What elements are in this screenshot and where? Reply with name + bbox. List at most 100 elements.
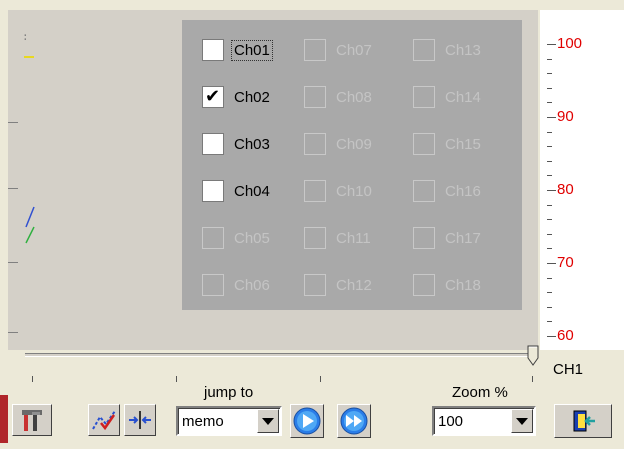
channel-checkbox-item: Ch16 — [413, 178, 483, 204]
zoom-percent-label: Zoom % — [452, 384, 508, 401]
scale-minor-tick — [547, 175, 552, 177]
play-icon — [293, 407, 321, 435]
trace-check-button[interactable] — [88, 404, 120, 436]
channel-checkbox-item[interactable]: Ch04 — [202, 178, 272, 204]
channel-label: Ch14 — [445, 88, 481, 106]
scale-minor-tick — [547, 131, 552, 133]
channel-label[interactable]: Ch01 — [231, 39, 273, 61]
scale-major-tick — [547, 117, 556, 118]
channel-checkbox-item: Ch05 — [202, 225, 272, 251]
grid-tick — [8, 332, 18, 333]
slider-tick — [320, 376, 321, 382]
scale-label: 70 — [557, 254, 574, 271]
exit-button[interactable] — [554, 404, 612, 438]
channel-checkbox — [304, 39, 326, 61]
scale-minor-tick — [547, 73, 552, 75]
app-window: : Ch01 ✔ Ch02 Ch03 Ch04 Ch05 Ch06 Ch07 Ch08 Ch09 C… — [0, 0, 624, 449]
slider-thumb[interactable] — [527, 345, 541, 367]
scale-label: 100 — [557, 35, 583, 52]
channel-checkbox-item[interactable]: ✔ Ch02 — [202, 84, 272, 110]
channel-checkbox — [202, 227, 224, 249]
jump-to-label: jump to — [204, 384, 254, 401]
jump-to-select[interactable]: memo — [176, 406, 282, 436]
scale-major-tick — [547, 190, 556, 191]
scale-minor-tick — [547, 58, 552, 60]
fast-forward-button[interactable] — [337, 404, 371, 438]
channel-label: Ch09 — [336, 135, 372, 153]
channel-label: Ch06 — [234, 276, 270, 294]
channel-label: Ch08 — [336, 88, 372, 106]
channel-checkbox — [413, 274, 435, 296]
channel-checkbox-item: Ch17 — [413, 225, 483, 251]
channel-label: Ch07 — [336, 41, 372, 59]
tools-icon — [18, 406, 46, 434]
channel-checkbox — [202, 274, 224, 296]
scale-minor-tick — [547, 292, 552, 294]
slider-tick — [32, 376, 33, 382]
channel-label[interactable]: Ch03 — [232, 135, 272, 154]
channel-selection-panel: Ch01 ✔ Ch02 Ch03 Ch04 Ch05 Ch06 Ch07 Ch08 Ch09 Ch1… — [182, 20, 522, 310]
channel-checkbox-item[interactable]: Ch03 — [202, 131, 272, 157]
channel-checkbox[interactable] — [202, 180, 224, 202]
channel-checkbox-item: Ch15 — [413, 131, 483, 157]
channel-label: Ch12 — [336, 276, 372, 294]
channel-label: Ch11 — [336, 229, 371, 247]
channel-checkbox — [413, 39, 435, 61]
channel-checkbox — [304, 274, 326, 296]
scale-label: 60 — [557, 327, 574, 344]
channel-checkbox-item: Ch13 — [413, 37, 483, 63]
trace-lines — [25, 206, 35, 244]
channel-checkbox-item: Ch09 — [304, 131, 374, 157]
channel-checkbox-item: Ch11 — [304, 225, 373, 251]
settings-tools-button[interactable] — [12, 404, 52, 436]
scale-minor-tick — [547, 306, 552, 308]
channel-checkbox — [304, 227, 326, 249]
scale-minor-tick — [547, 87, 552, 89]
chevron-down-icon — [262, 417, 274, 425]
jump-to-dropdown-button[interactable] — [257, 409, 279, 433]
slider-tick — [532, 376, 533, 382]
channel-checkbox-item: Ch08 — [304, 84, 374, 110]
time-slider-track[interactable] — [25, 353, 535, 357]
channel-checkbox-item: Ch12 — [304, 272, 374, 298]
channel-checkbox — [304, 86, 326, 108]
channel-checkbox — [413, 86, 435, 108]
scale-minor-tick — [547, 321, 552, 323]
zoom-select[interactable]: 100 — [432, 406, 536, 436]
scale-minor-tick — [547, 219, 552, 221]
channel-checkbox-item: Ch06 — [202, 272, 272, 298]
scale-label: 80 — [557, 181, 574, 198]
channel-checkbox-item: Ch07 — [304, 37, 374, 63]
trace-marker-dots: : — [22, 30, 29, 43]
channel-checkbox[interactable]: ✔ — [202, 86, 224, 108]
fit-compress-button[interactable] — [124, 404, 156, 436]
scale-major-tick — [547, 44, 556, 45]
slider-tick — [176, 376, 177, 382]
channel-label[interactable]: Ch04 — [232, 182, 272, 201]
grid-tick — [8, 262, 18, 263]
channel-checkbox-item: Ch10 — [304, 178, 374, 204]
channel-label: Ch10 — [336, 182, 372, 200]
checkmark-icon: ✔ — [205, 86, 221, 107]
channel-label: Ch16 — [445, 182, 481, 200]
value-scale: 100 90 80 70 60 — [540, 10, 624, 350]
scale-minor-tick — [547, 204, 552, 206]
channel-checkbox-item[interactable]: Ch01 — [202, 37, 273, 63]
scale-major-tick — [547, 263, 556, 264]
channel-label: Ch13 — [445, 41, 481, 59]
channel-label: Ch05 — [234, 229, 270, 247]
channel-checkbox[interactable] — [202, 133, 224, 155]
zoom-value: 100 — [438, 413, 464, 430]
zoom-dropdown-button[interactable] — [511, 409, 533, 433]
channel-checkbox[interactable] — [202, 39, 224, 61]
channel-label[interactable]: Ch02 — [232, 88, 272, 107]
channel-checkbox — [413, 227, 435, 249]
chevron-down-icon — [516, 417, 528, 425]
scale-minor-tick — [547, 277, 552, 279]
window-edge-accent — [0, 395, 8, 443]
play-button[interactable] — [290, 404, 324, 438]
compress-arrows-icon — [126, 406, 154, 434]
scale-minor-tick — [547, 160, 552, 162]
grid-tick — [8, 188, 18, 189]
exit-door-icon — [569, 407, 597, 435]
